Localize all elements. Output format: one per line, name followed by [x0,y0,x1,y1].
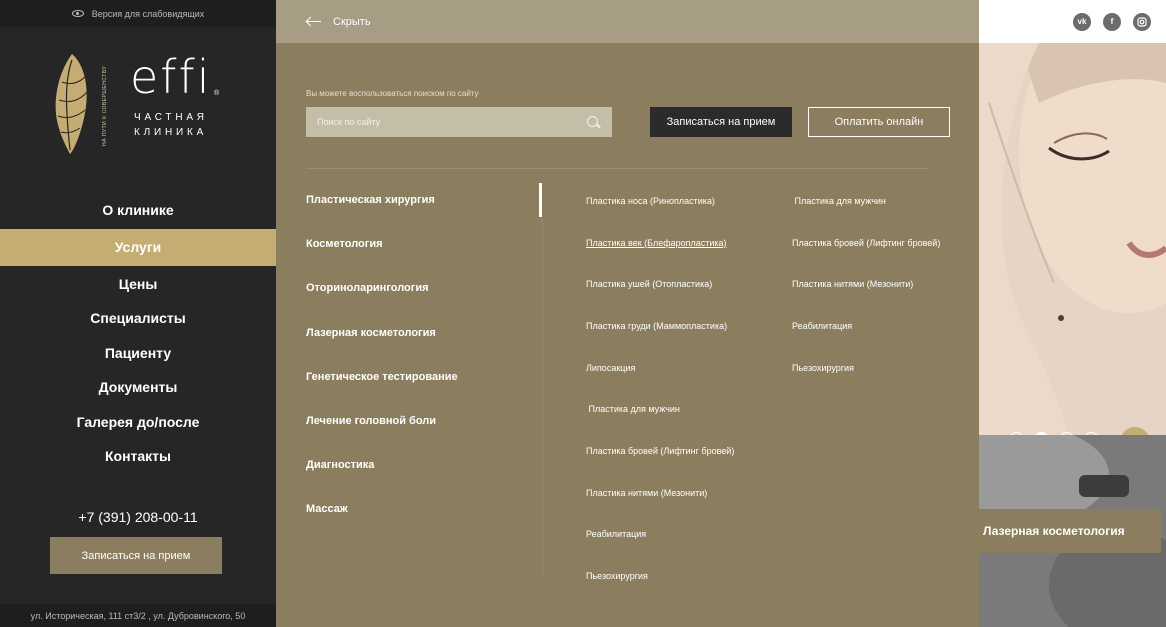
menu-item-prices[interactable]: Цены [0,267,276,302]
main-menu: О клинике Услуги Цены Специалисты Пациен… [0,193,276,474]
book-button[interactable]: Записаться на прием [650,107,792,137]
pay-online-button[interactable]: Оплатить онлайн [808,107,950,137]
subcategory-link[interactable]: Реабилитация [586,514,734,556]
subcategory-link[interactable]: Пластика груди (Маммопластика) [586,305,734,347]
column-separator [542,217,543,577]
hero-photo: → [979,0,1166,457]
address: ул. Историческая, 111 ст3/2 , ул. Дубров… [0,604,276,627]
services-overlay: Скрыть Вы можете воспользоваться поиском… [276,0,979,627]
vk-icon[interactable]: vk [1073,12,1091,31]
category-laser-cosmetology[interactable]: Лазерная косметология [306,311,458,355]
sidebar: Версия для слабовидящих НА ПУТИ К СОВЕРШ… [0,0,276,627]
menu-item-about[interactable]: О клинике [0,193,276,228]
subcategory-link[interactable]: Пластика бровей (Лифтинг бровей) [792,222,940,264]
shell-logo-icon [55,54,88,154]
logo-tagline: НА ПУТИ К СОВЕРШЕНСТВУ [102,65,108,146]
search-input[interactable]: Поиск по сайту [306,107,612,137]
active-category-marker [539,183,542,217]
hero-strip: vk f → [979,0,1166,627]
category-massage[interactable]: Массаж [306,487,458,531]
subcategory-link-hover[interactable]: Пластика век (Блефаропластика) [586,222,734,264]
category-headache[interactable]: Лечение головной боли [306,399,458,443]
social-links: vk f [979,0,1166,43]
face-image [979,0,1166,435]
subcategory-link[interactable]: Пластика нитями (Мезонити) [792,263,940,305]
hide-overlay-button[interactable]: Скрыть [276,0,979,43]
menu-item-contacts[interactable]: Контакты [0,439,276,474]
hide-label: Скрыть [333,15,371,28]
subcategory-link[interactable]: Пластика для мужчин [792,180,940,222]
menu-item-specialists[interactable]: Специалисты [0,301,276,336]
subcategory-link[interactable]: Пьезохирургия [792,347,940,389]
category-cosmetology[interactable]: Косметология [306,222,458,266]
instagram-icon[interactable] [1133,12,1151,31]
subcategory-column-1: Пластика носа (Ринопластика) Пластика ве… [586,180,734,597]
logo-line2: КЛИНИКА [134,127,208,138]
subcategory-column-2: Пластика для мужчин Пластика бровей (Лиф… [792,180,940,388]
laser-cosmetology-card[interactable]: Лазерная косметология [979,509,1161,553]
subcategory-link[interactable]: Реабилитация [792,305,940,347]
category-plastic-surgery[interactable]: Пластическая хирургия [306,178,458,222]
eye-icon [71,10,84,17]
divider [306,168,928,169]
menu-item-services[interactable]: Услуги [0,228,276,266]
facebook-icon[interactable]: f [1103,12,1121,31]
subcategory-link[interactable]: Пластика бровей (Лифтинг бровей) [586,430,734,472]
menu-item-patients[interactable]: Пациенту [0,336,276,371]
accessibility-link[interactable]: Версия для слабовидящих [0,0,276,27]
subcategory-link[interactable]: Пластика нитями (Мезонити) [586,472,734,514]
category-ent[interactable]: Оториноларингология [306,266,458,310]
search-placeholder: Поиск по сайту [317,117,381,127]
menu-item-gallery[interactable]: Галерея до/после [0,405,276,440]
phone-number[interactable]: +7 (391) 208-00-11 [0,509,276,525]
logo-word: effi [130,50,212,104]
logo-registered: ® [214,90,220,97]
subcategory-link[interactable]: Пьезохирургия [586,555,734,597]
search-icon[interactable] [587,116,598,127]
search-hint: Вы можете воспользоваться поиском по сай… [306,89,479,98]
arrow-left-icon [306,17,321,27]
subcategory-link[interactable]: Липосакция [586,347,734,389]
accessibility-label: Версия для слабовидящих [91,8,205,19]
subcategory-link[interactable]: Пластика носа (Ринопластика) [586,180,734,222]
subcategory-link[interactable]: Пластика ушей (Отопластика) [586,263,734,305]
category-list: Пластическая хирургия Косметология Отори… [306,178,458,532]
menu-item-documents[interactable]: Документы [0,370,276,405]
logo-line1: ЧАСТНАЯ [134,112,208,123]
category-genetic-testing[interactable]: Генетическое тестирование [306,355,458,399]
clinic-logo[interactable]: НА ПУТИ К СОВЕРШЕНСТВУ effi ® ЧАСТНАЯ КЛ… [52,52,222,156]
sidebar-book-button[interactable]: Записаться на прием [50,537,222,574]
category-diagnostics[interactable]: Диагностика [306,443,458,487]
subcategory-link[interactable]: Пластика для мужчин [586,388,734,430]
